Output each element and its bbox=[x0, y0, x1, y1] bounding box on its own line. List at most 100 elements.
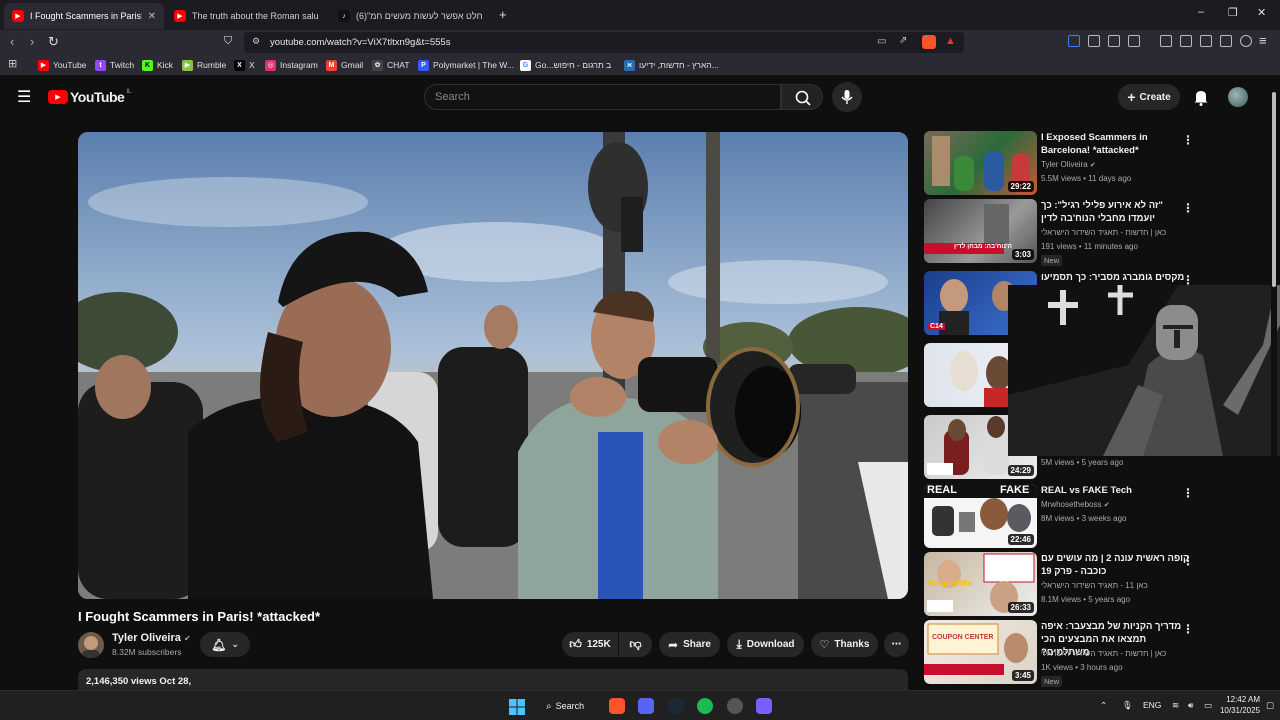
site-info-icon[interactable]: ⚙ bbox=[252, 36, 260, 47]
bookmark-polymarket[interactable]: P Polymarket | The W... bbox=[418, 58, 514, 72]
app-icon[interactable] bbox=[727, 698, 743, 714]
more-actions-button[interactable]: ⋯ bbox=[884, 632, 909, 657]
video-player[interactable] bbox=[78, 132, 908, 599]
shield-icon[interactable] bbox=[1088, 35, 1100, 47]
bookmark-chat[interactable]: ✿ CHAT bbox=[372, 58, 410, 72]
recommendation-title[interactable]: קופה ראשית עונה 2 | מה עושים עם כוכבה - … bbox=[1041, 552, 1191, 578]
puzzle-icon[interactable] bbox=[1108, 35, 1120, 47]
menu-icon[interactable]: ≡ bbox=[1259, 33, 1267, 48]
wallet-icon[interactable] bbox=[1200, 35, 1212, 47]
forward-icon[interactable]: › bbox=[30, 34, 34, 49]
voice-search-button[interactable] bbox=[832, 82, 862, 112]
bookmark-twitch[interactable]: t Twitch bbox=[95, 58, 134, 72]
recommendation-channel[interactable]: כאן 11 - תאגיד השידור הישראלי bbox=[1041, 581, 1181, 590]
brave-shields-icon[interactable] bbox=[922, 35, 936, 49]
reload-icon[interactable]: ↻ bbox=[48, 34, 59, 50]
recommendation-channel[interactable]: כאן | חדשות - תאגיד השידור הישראלי bbox=[1041, 228, 1181, 237]
bookmark-rumble[interactable]: ▶ Rumble bbox=[182, 58, 226, 72]
notifications-dropdown-button[interactable]: 🔔︎ ⌄ bbox=[200, 632, 250, 657]
windows-start-icon[interactable] bbox=[509, 699, 525, 715]
wifi-icon[interactable]: ≋ bbox=[1172, 700, 1179, 711]
screenshot-icon[interactable] bbox=[1128, 35, 1140, 47]
bookmark-icon[interactable]: ⛉ bbox=[224, 35, 232, 48]
recommendation-item[interactable]: 29:22 I Exposed Scammers in Barcelona! *… bbox=[924, 131, 1254, 195]
like-button[interactable]: 👍︎ 125K bbox=[562, 632, 618, 657]
taskbar-search[interactable]: ⌕ Search bbox=[546, 697, 594, 715]
thanks-button[interactable]: ♡ Thanks bbox=[811, 632, 878, 657]
sidebar-icon[interactable] bbox=[1180, 35, 1192, 47]
share-page-icon[interactable]: ⇗ bbox=[899, 35, 907, 46]
create-button[interactable]: + Create bbox=[1118, 84, 1180, 110]
extension-icon[interactable] bbox=[1068, 35, 1080, 47]
more-vertical-icon[interactable]: ⋮ bbox=[1182, 201, 1194, 215]
browser-tab-active[interactable]: ▶ I Fought Scammers in Paris! *att ✕ bbox=[4, 3, 164, 29]
bookmark-google-translate[interactable]: G Go...ב תרגום - חיפוש bbox=[520, 58, 611, 72]
music-icon[interactable] bbox=[1160, 35, 1172, 47]
close-window-button[interactable]: ✕ bbox=[1257, 6, 1266, 19]
video-thumbnail[interactable]: REAL FAKE 22:46 bbox=[924, 484, 1037, 548]
vpn-icon[interactable] bbox=[1240, 35, 1252, 47]
back-icon[interactable]: ‹ bbox=[10, 34, 14, 49]
video-thumbnail[interactable]: ה'נוח'בה: מבחן לדין 3:03 bbox=[924, 199, 1037, 263]
download-button[interactable]: ⤓ Download bbox=[727, 632, 804, 657]
microphone-icon[interactable]: 🎙︎ bbox=[1122, 700, 1133, 711]
new-tab-button[interactable]: + bbox=[499, 7, 507, 22]
channel-name[interactable]: Tyler Oliveira ✔ bbox=[112, 632, 191, 644]
language-indicator[interactable]: ENG bbox=[1143, 700, 1161, 710]
recommendation-channel[interactable]: כאן | חדשות - תאגיד השידור הישראלי bbox=[1041, 649, 1181, 658]
search-input[interactable]: Search bbox=[424, 84, 781, 110]
discord-icon[interactable] bbox=[638, 698, 654, 714]
cast-icon[interactable]: ▭ bbox=[877, 36, 886, 47]
recommendation-title[interactable]: "זה לא אירוע פלילי רגיל": כך יועמדו מחבל… bbox=[1041, 199, 1191, 225]
bookmark-kick[interactable]: K Kick bbox=[142, 58, 173, 72]
hamburger-menu-icon[interactable]: ☰ bbox=[17, 87, 31, 107]
video-thumbnail[interactable]: KingdmWin 26:33 bbox=[924, 552, 1037, 616]
notification-icon[interactable]: ▢ bbox=[1266, 700, 1274, 711]
clock[interactable]: 12:42 AM 10/31/2025 bbox=[1216, 694, 1260, 716]
brave-rewards-icon[interactable]: ▲ bbox=[945, 35, 956, 47]
bookmark-gmail[interactable]: M Gmail bbox=[326, 58, 363, 72]
bookmark-x[interactable]: XX bbox=[234, 58, 255, 72]
recommendation-title[interactable]: I Exposed Scammers in Barcelona! *attack… bbox=[1041, 131, 1191, 157]
recommendation-item[interactable]: ה'נוח'בה: מבחן לדין 3:03 "זה לא אירוע פל… bbox=[924, 199, 1254, 266]
search-button[interactable] bbox=[781, 84, 823, 110]
share-button[interactable]: ➦ Share bbox=[659, 632, 720, 657]
more-vertical-icon[interactable]: ⋮ bbox=[1182, 486, 1194, 500]
recommendation-item[interactable]: REAL FAKE 22:46 REAL vs FAKE Tech Mrwhos… bbox=[924, 484, 1254, 548]
bookmark-instagram[interactable]: ◎ Instagram bbox=[265, 58, 318, 72]
avatar[interactable] bbox=[1228, 87, 1248, 107]
more-vertical-icon[interactable]: ⋮ bbox=[1182, 554, 1194, 568]
leo-icon[interactable] bbox=[1220, 35, 1232, 47]
browser-tab[interactable]: ▶ The truth about the Roman salute # bbox=[166, 3, 326, 29]
app-icon[interactable] bbox=[756, 698, 772, 714]
youtube-logo[interactable]: ▶ YouTube IL bbox=[48, 89, 131, 105]
video-thumbnail[interactable]: COUPON CENTER 3:45 bbox=[924, 620, 1037, 684]
recommendation-title[interactable]: מקסים גומברג מסביר: כך תסמיעו bbox=[1041, 271, 1191, 284]
close-icon[interactable]: ✕ bbox=[148, 11, 156, 22]
volume-icon[interactable]: 🔊︎ bbox=[1188, 700, 1193, 711]
spotify-icon[interactable] bbox=[697, 698, 713, 714]
minimize-button[interactable]: – bbox=[1198, 6, 1204, 18]
recommendation-channel[interactable]: Mrwhosetheboss ✔ bbox=[1041, 500, 1110, 509]
chevron-up-icon[interactable]: ⌃ bbox=[1100, 700, 1107, 711]
restore-button[interactable]: ❐ bbox=[1228, 6, 1238, 19]
brave-icon[interactable] bbox=[609, 698, 625, 714]
video-thumbnail[interactable]: 29:22 bbox=[924, 131, 1037, 195]
recommendation-item[interactable]: KingdmWin 26:33 קופה ראשית עונה 2 | מה ע… bbox=[924, 552, 1254, 616]
bookmark-youtube[interactable]: ▶ YouTube bbox=[38, 58, 86, 72]
recommendation-channel[interactable]: Tyler Oliveira ✔ bbox=[1041, 160, 1096, 169]
dislike-button[interactable]: 👎︎ bbox=[619, 632, 652, 657]
browser-tab[interactable]: ♪ (6)"בהחלט אפשר לעשות מעשים חמ bbox=[330, 3, 490, 29]
recommendation-item[interactable]: COUPON CENTER 3:45 מדריך הקניות של מבצעב… bbox=[924, 620, 1254, 687]
notifications-bell-icon[interactable] bbox=[1192, 88, 1210, 106]
more-vertical-icon[interactable]: ⋮ bbox=[1182, 133, 1194, 147]
address-bar[interactable]: ⚙ youtube.com/watch?v=ViX7tltxn9g&t=555s… bbox=[244, 32, 964, 53]
recommendation-title[interactable]: REAL vs FAKE Tech bbox=[1041, 484, 1191, 497]
apps-grid-icon[interactable]: ⊞ bbox=[8, 57, 17, 70]
bookmark-haaretz[interactable]: א הארץ - חדשות, ידיעו... bbox=[624, 58, 719, 72]
scrollbar-thumb[interactable] bbox=[1272, 92, 1276, 287]
battery-icon[interactable]: ▭ bbox=[1204, 700, 1212, 711]
more-vertical-icon[interactable]: ⋮ bbox=[1182, 622, 1194, 636]
steam-icon[interactable] bbox=[668, 698, 684, 714]
channel-avatar[interactable] bbox=[78, 632, 104, 658]
